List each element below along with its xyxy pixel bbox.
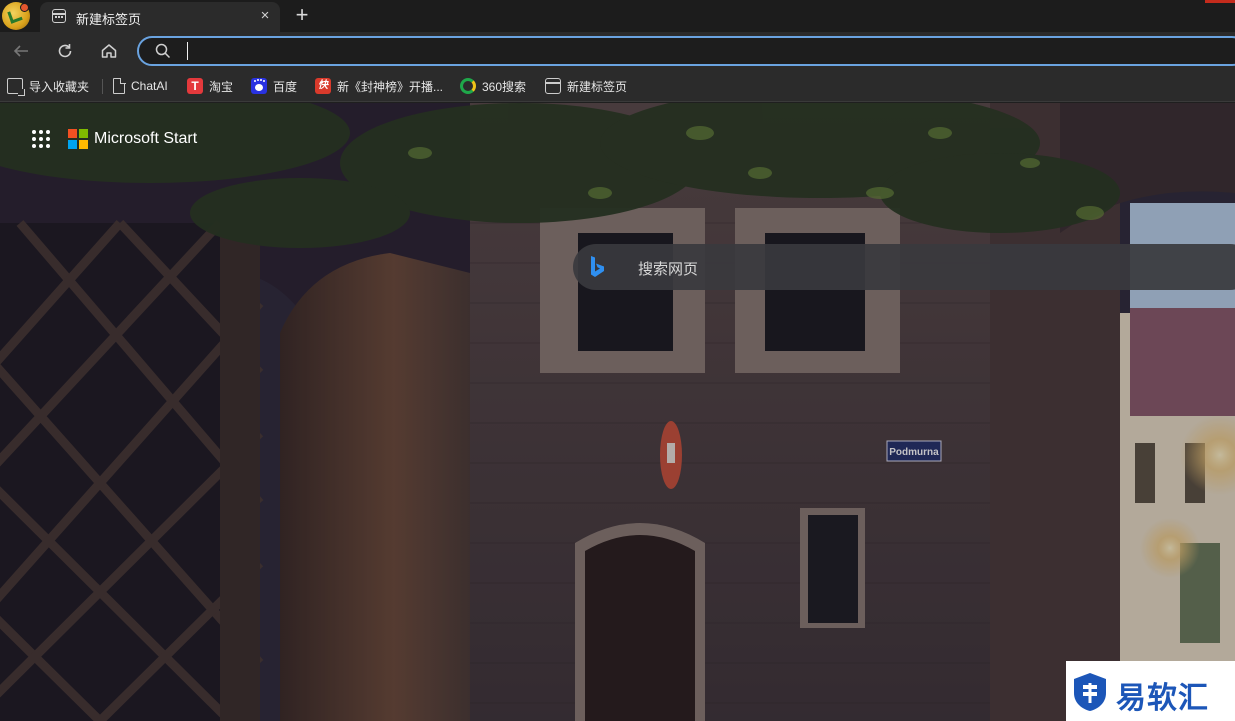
brand-title[interactable]: Microsoft Start xyxy=(94,130,197,148)
kuaishou-icon: 快 xyxy=(315,78,331,94)
reload-button[interactable] xyxy=(51,38,79,64)
bookmarks-bar: 导入收藏夹 ChatAI T 淘宝 百度 快 新《封神榜》开播... 360搜索… xyxy=(0,70,1235,102)
bookmark-360-search[interactable]: 360搜索 xyxy=(460,77,526,95)
watermark: 易软汇 xyxy=(1066,661,1235,721)
360-search-icon xyxy=(460,78,476,94)
address-input[interactable] xyxy=(183,41,1083,61)
document-icon xyxy=(113,77,126,94)
bookmark-fengshen[interactable]: 快 新《封神榜》开播... xyxy=(315,77,443,95)
watermark-text: 易软汇 xyxy=(1116,681,1209,716)
bookmark-label: ChatAI xyxy=(131,79,168,93)
bookmark-new-tab[interactable]: 新建标签页 xyxy=(545,77,627,95)
search-icon xyxy=(155,43,171,59)
search-placeholder: 搜索网页 xyxy=(638,261,699,278)
address-bar[interactable] xyxy=(137,36,1235,66)
bookmark-label: 导入收藏夹 xyxy=(29,79,90,94)
window-close-accent[interactable] xyxy=(1205,0,1235,3)
new-tab-page-icon xyxy=(545,78,561,94)
new-tab-page-icon xyxy=(52,9,66,23)
home-button[interactable] xyxy=(95,38,123,64)
taobao-icon: T xyxy=(187,78,203,94)
navigation-bar xyxy=(0,32,1235,70)
browser-logo-icon[interactable] xyxy=(2,2,30,30)
bing-icon xyxy=(591,256,604,277)
bookmark-label: 360搜索 xyxy=(482,79,527,94)
tab-strip: 新建标签页 × + xyxy=(0,0,1235,32)
tab-close-button[interactable]: × xyxy=(256,7,274,25)
bookmark-label: 新《封神榜》开播... xyxy=(337,79,444,94)
bookmark-chatai[interactable]: ChatAI xyxy=(113,77,168,95)
home-icon xyxy=(101,44,117,58)
bookmark-import-favorites[interactable]: 导入收藏夹 xyxy=(7,77,90,96)
web-search-box[interactable]: 搜索网页 xyxy=(573,244,1235,290)
bookmark-label: 百度 xyxy=(273,79,298,94)
arrow-left-icon xyxy=(13,45,28,57)
baidu-icon xyxy=(251,78,267,94)
import-favorites-icon xyxy=(7,78,25,96)
background-photo: Podmurna xyxy=(0,103,1235,721)
watermark-logo-icon xyxy=(1074,673,1106,711)
tab-new-tab[interactable]: 新建标签页 × xyxy=(40,2,280,32)
bookmark-label: 新建标签页 xyxy=(567,79,628,94)
reload-icon xyxy=(58,44,72,58)
start-page: Podmurna Microsoft Start 搜索网页 xyxy=(0,103,1235,721)
apps-grid-icon[interactable] xyxy=(32,130,50,148)
tab-title: 新建标签页 xyxy=(76,12,142,27)
back-button[interactable] xyxy=(7,38,35,64)
new-tab-button[interactable]: + xyxy=(290,3,314,27)
bookmarks-divider xyxy=(102,79,103,94)
microsoft-logo-icon[interactable] xyxy=(68,129,88,149)
text-caret xyxy=(187,42,188,60)
bookmark-taobao[interactable]: T 淘宝 xyxy=(187,77,233,95)
bookmark-label: 淘宝 xyxy=(209,79,234,94)
microsoft-start-header: Microsoft Start xyxy=(32,127,197,151)
bookmark-baidu[interactable]: 百度 xyxy=(251,77,297,95)
